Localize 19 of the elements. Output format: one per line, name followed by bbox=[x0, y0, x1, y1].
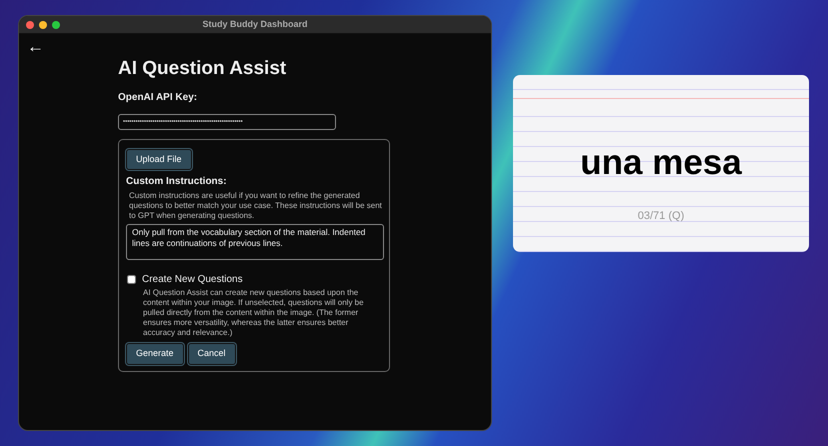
card-counter: 03/71 (Q) bbox=[638, 208, 684, 224]
page-heading: AI Question Assist bbox=[118, 58, 288, 81]
checkbox[interactable] bbox=[127, 275, 136, 284]
flashcard-term: una mesa bbox=[580, 142, 742, 184]
section-label: Custom Instructions: bbox=[126, 175, 228, 190]
field-label: OpenAI API Key: bbox=[118, 90, 198, 105]
back-button[interactable]: ← bbox=[27, 38, 44, 55]
help-text: Custom instructions are useful if you want to refine the generated questions to better match your use case. These instructions will be sent to GPT when generating questions. bbox=[129, 191, 382, 222]
maximize-icon[interactable] bbox=[52, 20, 60, 28]
generate-button[interactable]: Generate bbox=[126, 343, 184, 365]
flashcard[interactable]: una mesa 03/71 (Q) bbox=[513, 75, 809, 252]
help-text: AI Question Assist can create new questions based upon the content within your image. If unselected, questions will only be pulled directly from the content within the image. (The former ensures more versatility, whereas the latter ensures better accuracy and relevance.) bbox=[143, 288, 365, 338]
minimize-icon[interactable] bbox=[39, 20, 47, 28]
cancel-button[interactable]: Cancel bbox=[188, 343, 236, 365]
checkbox-label[interactable]: Create New Questions bbox=[142, 272, 243, 288]
window-title: Study Buddy Dashboard bbox=[202, 18, 308, 29]
close-icon[interactable] bbox=[26, 20, 34, 28]
upload-button[interactable]: Upload File bbox=[126, 148, 192, 170]
instructions-field[interactable]: Only pull from the vocabulary section of the material. Indented lines are continuations of previous lines. bbox=[126, 224, 384, 260]
